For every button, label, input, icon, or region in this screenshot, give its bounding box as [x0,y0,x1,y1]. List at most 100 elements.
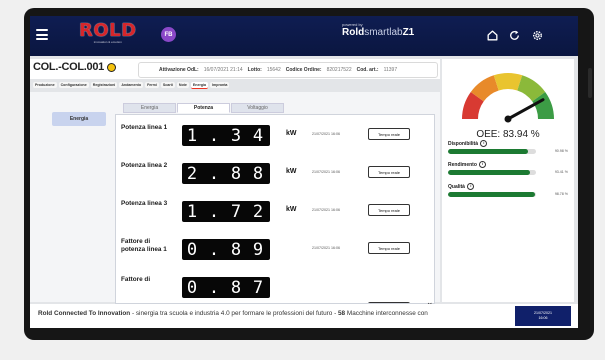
seven-segment-display: 0.87 [182,277,270,298]
bezel-button [588,68,592,98]
footer-ticker: Rold Connected To Innovation - sinergia … [30,304,578,328]
display-digit: . [208,125,222,146]
tab-energia[interactable]: Energia [190,81,209,89]
home-icon[interactable] [484,27,500,43]
row-label: Potenza linea 3 [121,200,168,207]
subtab-potenza[interactable]: Potenza [177,103,230,113]
tab-andamento[interactable]: Andamento [119,82,144,88]
screen: ROLD innovation & emotion FB powered by … [30,16,578,328]
oee-metric: Disponibilità i 90.98 % [448,140,570,154]
power-row: Potenza linea 1 1. 3 4 kW 21/07/2021 16:06 Tem… [116,120,434,158]
display-digit: 8 [230,163,244,184]
power-row: Potenza linea 2 2. 8 8 kW 21/07/2021 16:06 Tem… [116,158,434,196]
info-icon[interactable]: i [467,183,475,190]
display-digit: 7 [252,277,266,298]
power-row: Fattore di 0. 8 7 [116,272,434,303]
metric-bar-fill [448,170,531,175]
metric-bar-fill [448,192,535,197]
brand-name: ROLD [79,20,137,41]
subtab-energia[interactable]: Energia [123,103,176,113]
row-label: Fattore di [121,276,151,283]
display-digit: 1 [186,201,200,222]
tab-configurazione[interactable]: Configurazione [58,82,89,88]
row-label: Potenza linea 1 [121,124,168,131]
metric-bar [448,170,536,175]
sidebar-item-energia[interactable]: Energia [52,112,106,126]
metric-name: Rendimento i [448,161,570,168]
display-digit: 8 [230,277,244,298]
display-digit: . [208,239,222,260]
display-digit: 3 [230,125,244,146]
timestamp: 21/07/2021 16:06 [312,132,340,136]
main-tabs: Produzione Configurazione Registrazioni And… [30,80,443,90]
refresh-icon[interactable] [506,27,522,43]
metric-bar-fill [448,149,529,154]
display-digit: 4 [252,125,266,146]
machine-status-dot [106,62,116,72]
info-icon[interactable]: i [479,161,487,168]
oee-gauge [462,73,554,123]
tab-produzione[interactable]: Produzione [33,82,57,88]
display-digit: 9 [252,239,266,260]
user-avatar[interactable]: FB [161,27,176,42]
unit-label: kW [286,130,297,137]
display-digit: 0 [186,277,200,298]
oee-metric: Rendimento i 93.41 % [448,161,570,175]
power-panel: Potenza linea 1 1. 3 4 kW 21/07/2021 16:06 Tem… [115,114,435,304]
tab-fermi[interactable]: Fermi [145,82,159,88]
row-label: Fattore di potenza linea 1 [121,238,167,253]
realtime-button[interactable]: Tempo reale [368,128,410,140]
row-label: Potenza linea 2 [121,162,168,169]
display-digit: 0 [186,239,200,260]
metric-value: 93.41 % [554,170,568,174]
hamburger-menu-icon[interactable] [36,29,48,40]
display-digit: 7 [230,201,244,222]
metric-bar [448,149,536,154]
product-name: RoldsmartlabZ1 [342,27,415,38]
metric-value: 90.98 % [554,149,568,153]
oee-panel: OEE: 83.94 % Disponibilità i 90.98 % Rendi… [442,59,574,302]
rold-logo: ROLD innovation & emotion [79,20,137,45]
energy-subtabs: Energia Potenza Voltaggio [123,103,284,113]
metric-name: Disponibilità i [448,140,570,147]
display-digit: . [208,201,222,222]
display-digit: 2 [186,163,200,184]
realtime-button[interactable]: Tempo reale [368,242,410,254]
seven-segment-display: 1.72 [182,201,270,222]
metric-bar [448,192,536,197]
timestamp: 21/07/2021 16:06 [312,170,340,174]
top-bar: ROLD innovation & emotion FB powered by … [30,16,578,56]
metric-value: 98.78 % [554,192,568,196]
display-digit: . [208,277,222,298]
timestamp: 21/07/2021 16:06 [312,246,340,250]
seven-segment-display: 1.34 [182,125,270,146]
seven-segment-display: 2.88 [182,163,270,184]
power-row: Fattore di potenza linea 1 0. 8 9 21/07/2021… [116,234,434,272]
order-header: COL.-COL.001 Attivazione OdL: 16/07/2021 … [30,59,440,79]
gauge-hub [504,115,512,123]
energy-content: Energia Energia Potenza Voltaggio Potenza … [30,92,440,307]
tab-registrazioni[interactable]: Registrazioni [90,82,118,88]
tab-scarti[interactable]: Scarti [160,82,175,88]
realtime-button[interactable]: Tempo reale [368,166,410,178]
machine-code[interactable]: COL.-COL.001 [33,61,116,73]
timestamp: 21/07/2021 16:06 [312,208,340,212]
tab-note[interactable]: Note [176,82,189,88]
gauge-segment [493,73,523,91]
tab-impronta[interactable]: Impronta [210,82,230,88]
display-digit: 2 [252,201,266,222]
settings-gear-icon[interactable] [529,27,545,43]
metric-name: Qualità i [448,183,570,190]
unit-label: kW [286,206,297,213]
oee-value: OEE: 83.94 % [476,129,540,140]
oee-metric: Qualità i 98.78 % [448,183,570,197]
info-icon[interactable]: i [480,140,488,147]
display-digit: . [208,163,222,184]
power-row: Potenza linea 3 1. 7 2 kW 21/07/2021 16:06 Tem… [116,196,434,234]
realtime-button[interactable]: Tempo reale [368,204,410,216]
subtab-voltaggio[interactable]: Voltaggio [231,103,284,113]
news-ticker: Rold Connected To Innovation - sinergia … [38,310,428,317]
order-info-bar: Attivazione OdL: 16/07/2021 21:14 Lotto: 1… [138,62,438,78]
display-digit: 8 [230,239,244,260]
display-digit: 1 [186,125,200,146]
